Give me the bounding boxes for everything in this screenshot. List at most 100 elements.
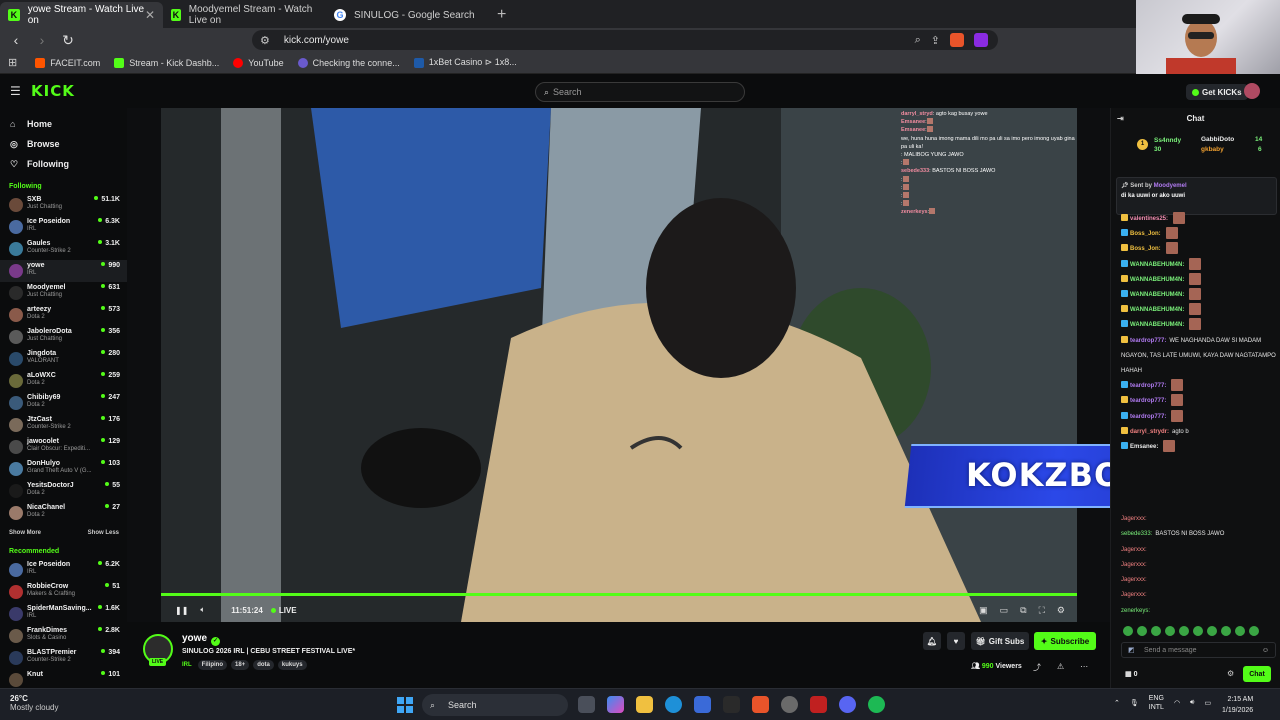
back-icon[interactable]: ‹ <box>6 30 26 50</box>
nav-browse[interactable]: ◎ Browse <box>0 134 127 154</box>
volume-icon[interactable]: 🔈︎ <box>200 605 205 615</box>
category-link[interactable]: IRL <box>182 662 192 668</box>
language-indicator[interactable]: ENG INTL <box>1149 694 1164 712</box>
sidebar-channel[interactable]: SXB Just Chatting 51.1K <box>0 194 127 216</box>
chat-username[interactable]: sebede333: <box>1121 531 1152 537</box>
progress-bar[interactable] <box>161 593 1077 596</box>
chat-username[interactable]: Jagerxxx: <box>1121 562 1147 568</box>
app-icon[interactable] <box>781 696 798 713</box>
theater-icon[interactable]: ▭ <box>1000 605 1009 616</box>
pause-icon[interactable]: ❚❚ <box>175 606 188 615</box>
chat-username[interactable]: WANNABEHUM4N: <box>1130 262 1184 268</box>
task-view-icon[interactable] <box>578 696 595 713</box>
streamer-name[interactable]: yowe ✓ <box>182 633 221 646</box>
chat-username[interactable]: Boss_Jon: <box>1130 231 1161 237</box>
chat-username[interactable]: Jagerxxx: <box>1121 577 1147 583</box>
chat-username[interactable]: valentines25: <box>1130 216 1168 222</box>
edge-icon[interactable] <box>665 696 682 713</box>
sidebar-channel[interactable]: JtzCast Counter-Strike 2 176 <box>0 414 127 436</box>
emote-icon[interactable] <box>1193 626 1203 636</box>
tag[interactable]: Filipino <box>197 660 227 670</box>
emote-icon[interactable] <box>1179 626 1189 636</box>
brave-shield-icon[interactable] <box>950 33 964 47</box>
sidebar-channel[interactable]: jawocolet Clair Obscur: Expediti... 129 <box>0 436 127 458</box>
bookmark-item[interactable]: FACEIT.com <box>35 57 100 68</box>
chat-username[interactable]: WANNABEHUM4N: <box>1130 307 1184 313</box>
tag[interactable]: 18+ <box>231 660 250 670</box>
chat-username[interactable]: teardrop777: <box>1130 383 1166 389</box>
browser-tab[interactable]: K Moodyemel Stream - Watch Live on <box>163 2 326 28</box>
video-player[interactable]: darryl_stryd: agto kag busay yowe Emsanee… <box>127 108 1110 622</box>
chat-username[interactable]: Jagerxxx: <box>1121 592 1147 598</box>
discord-icon[interactable] <box>839 696 856 713</box>
notification-bell-button[interactable]: 🔔︎ <box>923 632 941 650</box>
emoji-icon[interactable]: ☺ <box>1262 647 1269 654</box>
forward-icon[interactable]: › <box>32 30 52 50</box>
more-icon[interactable]: ⋯ <box>1080 662 1088 673</box>
get-kicks-button[interactable]: Get KICKs <box>1186 84 1248 100</box>
browser-tab[interactable]: K yowe Stream - Watch Live on ✕ <box>0 2 163 28</box>
reload-icon[interactable]: ↻ <box>58 30 78 50</box>
emote-icon[interactable] <box>1207 626 1217 636</box>
apps-icon[interactable]: ⊞ <box>8 56 17 69</box>
gift-subs-button[interactable]: 🎁︎ Gift Subs <box>971 632 1029 650</box>
bookmark-item[interactable]: Stream - Kick Dashb... <box>114 57 219 68</box>
subscribe-button[interactable]: ✦ Subscribe <box>1034 632 1096 650</box>
mic-icon[interactable]: 🎙︎ <box>1130 699 1139 707</box>
menu-icon[interactable]: ☰ <box>10 84 21 98</box>
bookmark-item[interactable]: Checking the conne... <box>297 57 400 68</box>
new-tab-button[interactable]: + <box>497 2 506 28</box>
emote-icon[interactable] <box>1123 626 1133 636</box>
taskbar-search[interactable]: ⌕ Search <box>422 694 568 716</box>
chevron-up-icon[interactable]: ⌃ <box>1114 699 1120 707</box>
url-bar[interactable]: ⚙ kick.com/yowe ⌕ ⇪ <box>252 30 998 50</box>
chat-username[interactable]: darryl_strydr: <box>1130 429 1169 435</box>
file-explorer-icon[interactable] <box>636 696 653 713</box>
chat-username[interactable]: Jagerxxx: <box>1121 516 1147 522</box>
weather-widget[interactable]: 26°C Mostly cloudy <box>10 694 58 712</box>
search-input[interactable]: ⌕ Search <box>535 82 745 102</box>
sidebar-channel[interactable]: Ice Poseidon IRL 6.3K <box>0 216 127 238</box>
tag[interactable]: dota <box>253 660 274 670</box>
sidebar-channel[interactable]: BLASTPremier Counter-Strike 2 394 <box>0 647 127 669</box>
show-more-button[interactable]: Show More <box>9 530 41 536</box>
user-avatar[interactable] <box>1244 83 1260 99</box>
chat-username[interactable]: Boss_Jon: <box>1130 246 1161 252</box>
emote-icon[interactable] <box>1151 626 1161 636</box>
chat-input[interactable]: ◩ Send a message ☺ <box>1121 642 1276 658</box>
chat-send-button[interactable]: Chat <box>1243 666 1271 682</box>
chat-username[interactable]: Jagerxxx: <box>1121 547 1147 553</box>
copilot-icon[interactable] <box>607 696 624 713</box>
chat-username[interactable]: zenerkeys: <box>1121 608 1150 614</box>
collapse-chat-icon[interactable]: ⇥ <box>1117 114 1124 123</box>
sidebar-channel[interactable]: Gaules Counter-Strike 2 3.1K <box>0 238 127 260</box>
chat-username[interactable]: WANNABEHUM4N: <box>1130 292 1184 298</box>
pip-icon[interactable]: ⧉ <box>1020 605 1026 616</box>
nav-following[interactable]: ♡ Following <box>0 154 127 174</box>
tag[interactable]: kukuys <box>277 660 307 670</box>
chat-username[interactable]: teardrop777: <box>1130 398 1166 404</box>
rewards-icon[interactable] <box>974 33 988 47</box>
battery-icon[interactable]: ▭ <box>1204 699 1211 707</box>
chat-username[interactable]: WANNABEHUM4N: <box>1130 322 1184 328</box>
emote-icon[interactable] <box>1221 626 1231 636</box>
browser-tab[interactable]: G SINULOG - Google Search <box>326 2 489 28</box>
sidebar-channel[interactable]: JaboleroDota Just Chatting 356 <box>0 326 127 348</box>
game-icon[interactable] <box>810 696 827 713</box>
kick-logo[interactable]: KICK <box>31 82 75 100</box>
emote-icon[interactable] <box>1165 626 1175 636</box>
report-icon[interactable]: ⚠ <box>1057 662 1064 673</box>
show-less-button[interactable]: Show Less <box>88 530 119 536</box>
chat-username[interactable]: teardrop777: <box>1130 338 1166 344</box>
sidebar-channel[interactable]: SpiderManSaving... IRL 1.6K <box>0 603 127 625</box>
bookmark-item[interactable]: 1xBet Casino ⊳ 1x8... <box>413 57 517 68</box>
nav-home[interactable]: ⌂ Home <box>0 114 127 134</box>
close-icon[interactable]: ✕ <box>145 8 155 22</box>
sidebar-channel[interactable]: RobbieCrow Makers & Crafting 51 <box>0 581 127 603</box>
emote-icon[interactable] <box>1137 626 1147 636</box>
emote-icon[interactable] <box>1235 626 1245 636</box>
sidebar-channel[interactable]: Ice Poseidon IRL 6.2K <box>0 559 127 581</box>
sidebar-channel[interactable]: DonHulyo Grand Theft Auto V (G... 103 <box>0 458 127 480</box>
volume-icon[interactable]: 🔊︎ <box>1190 699 1194 707</box>
emote-icon[interactable] <box>1249 626 1259 636</box>
